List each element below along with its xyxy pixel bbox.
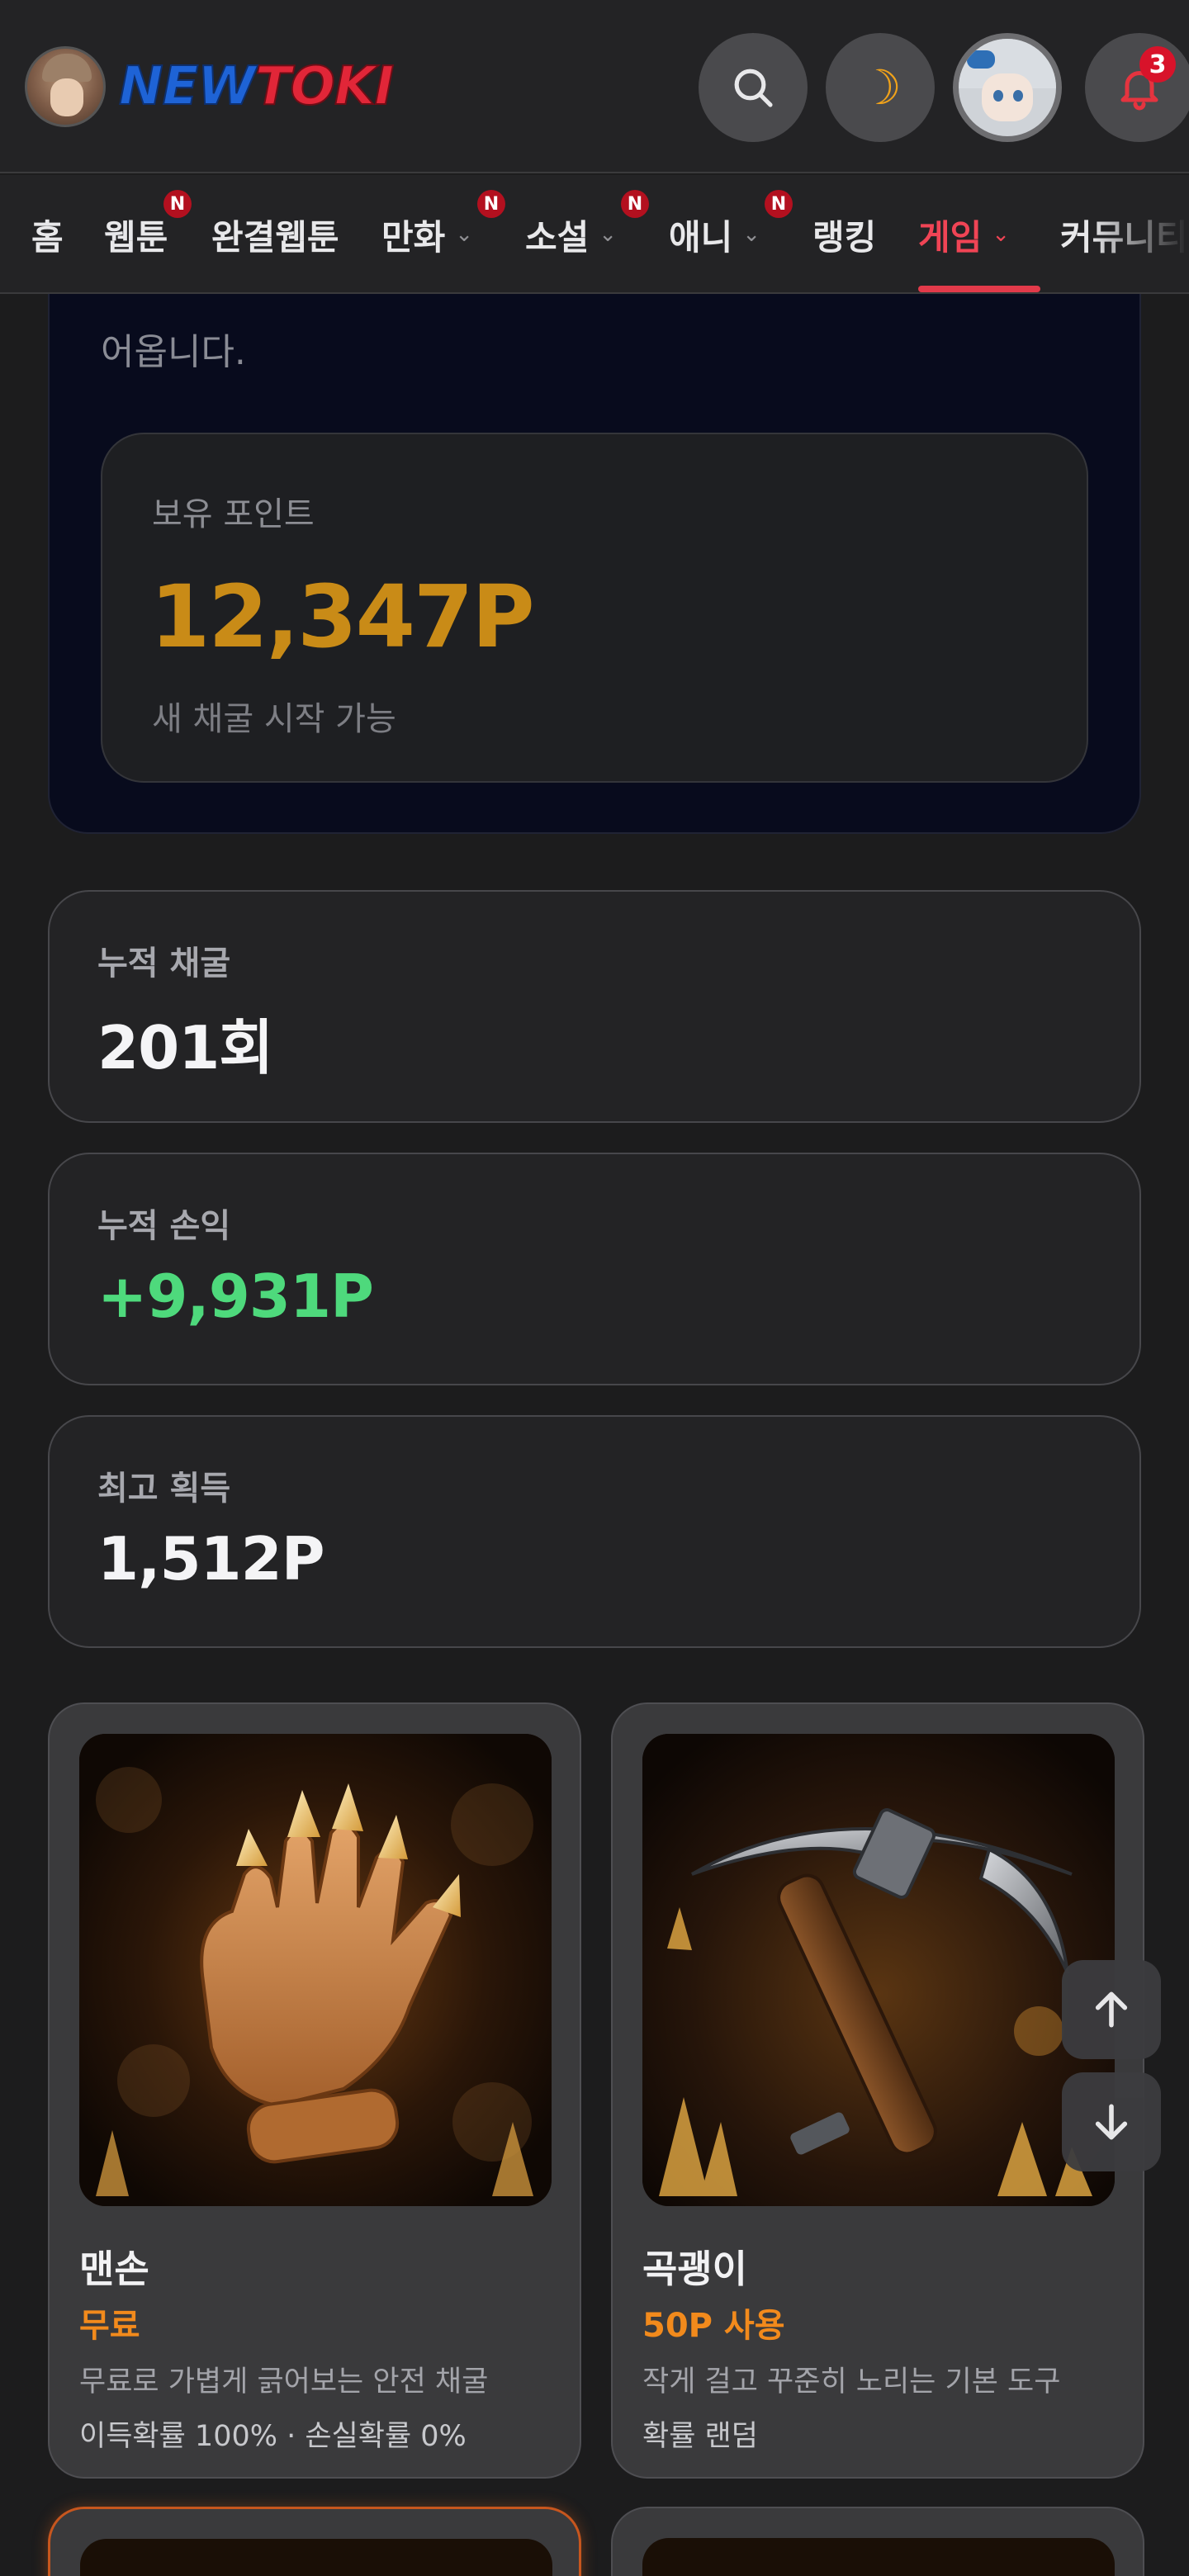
nav-scroll-fade bbox=[1090, 175, 1189, 292]
tool-image bbox=[80, 2539, 552, 2576]
notification-button[interactable] bbox=[1085, 33, 1189, 142]
tool-description: 무료로 가볍게 긁어보는 안전 채굴 bbox=[79, 2365, 489, 2398]
nav-item-completed-webtoon[interactable]: 완결웹툰 bbox=[211, 208, 339, 261]
tool-name: 맨손 bbox=[79, 2247, 149, 2291]
arrow-down-icon bbox=[1095, 2104, 1128, 2140]
nav-item-home[interactable]: 홈 bbox=[31, 208, 64, 261]
new-badge: N bbox=[163, 190, 192, 218]
tool-name: 곡괭이 bbox=[642, 2247, 747, 2291]
avatar bbox=[959, 39, 1056, 136]
page: NEWTOKI ☽ 3 홈 웹툰 N 완결웹툰 만화 ⌄ N 소설 ⌄ N 애니… bbox=[0, 0, 1189, 2576]
nav-label: 소설 bbox=[525, 216, 590, 258]
stat-card-total-profit: 누적 손익 +9,931P bbox=[48, 1153, 1141, 1385]
tool-description: 작게 걸고 꾸준히 노리는 기본 도구 bbox=[642, 2365, 1061, 2398]
notification-count-badge: 3 bbox=[1139, 46, 1176, 83]
scroll-to-bottom-button[interactable] bbox=[1062, 2072, 1161, 2171]
hero-description: 어옵니다. bbox=[101, 331, 246, 373]
stat-value: 201회 bbox=[97, 1013, 274, 1082]
nav-label: 게임 bbox=[918, 216, 983, 258]
nav-label: 만화 bbox=[381, 216, 446, 258]
new-badge: N bbox=[765, 190, 793, 218]
site-logo[interactable]: NEWTOKI bbox=[25, 46, 395, 127]
nav-item-ranking[interactable]: 랭킹 bbox=[812, 208, 876, 261]
points-value: 12,347P bbox=[150, 566, 535, 667]
logo-toki-text: TOKI bbox=[254, 56, 395, 117]
nav-label: 랭킹 bbox=[812, 216, 877, 258]
stat-value: 1,512P bbox=[97, 1524, 325, 1593]
logo-mascot-icon bbox=[25, 46, 106, 127]
nav-item-webtoon[interactable]: 웹툰 N bbox=[104, 190, 192, 261]
nav-item-manga[interactable]: 만화 ⌄ N bbox=[381, 190, 505, 261]
logo-new-text: NEW bbox=[118, 56, 257, 117]
stat-value: +9,931P bbox=[97, 1262, 374, 1331]
chevron-down-icon: ⌄ bbox=[455, 222, 474, 247]
nav-active-indicator bbox=[918, 286, 1040, 292]
pickaxe-image bbox=[642, 1734, 1115, 2206]
nav-label: 웹툰 bbox=[104, 216, 168, 258]
search-icon bbox=[734, 69, 773, 107]
stat-label: 최고 획득 bbox=[97, 1470, 231, 1508]
tool-cost: 무료 bbox=[79, 2307, 140, 2345]
nav-label: 완결웹툰 bbox=[211, 216, 339, 258]
arrow-up-icon bbox=[1095, 1991, 1128, 2028]
chevron-down-icon: ⌄ bbox=[742, 222, 761, 247]
tool-card-bare-hand[interactable]: 맨손 무료 무료로 가볍게 긁어보는 안전 채굴 이득확률 100% · 손실확… bbox=[48, 1702, 581, 2479]
nav-item-game[interactable]: 게임 ⌄ bbox=[918, 208, 1010, 261]
logo-wordmark: NEWTOKI bbox=[118, 59, 395, 114]
profile-button[interactable] bbox=[953, 33, 1062, 142]
new-badge: N bbox=[477, 190, 505, 218]
crystal-glove-image bbox=[79, 1734, 552, 2206]
chevron-down-icon: ⌄ bbox=[992, 222, 1011, 247]
theme-toggle-button[interactable]: ☽ bbox=[826, 33, 935, 142]
new-badge: N bbox=[621, 190, 649, 218]
stat-label: 누적 채굴 bbox=[97, 945, 231, 983]
main-nav: 홈 웹툰 N 완결웹툰 만화⌄ N 소설⌄ N 애니⌄ N 랭킹 게임⌄ 커뮤니… bbox=[0, 175, 1189, 294]
tool-cost: 50P 사용 bbox=[642, 2307, 785, 2345]
nav-label: 홈 bbox=[31, 216, 64, 258]
scroll-to-top-button[interactable] bbox=[1062, 1960, 1161, 2059]
chevron-down-icon: ⌄ bbox=[599, 222, 618, 247]
stat-label: 누적 손익 bbox=[97, 1207, 231, 1245]
points-status: 새 채굴 시작 가능 bbox=[152, 700, 396, 738]
tool-card-partial-right[interactable] bbox=[611, 2507, 1144, 2576]
tool-card-partial-left[interactable] bbox=[48, 2507, 581, 2576]
search-button[interactable] bbox=[699, 33, 808, 142]
stat-card-best-gain: 최고 획득 1,512P bbox=[48, 1415, 1141, 1648]
tool-odds: 확률 랜덤 bbox=[642, 2420, 758, 2453]
tool-image bbox=[642, 2538, 1115, 2576]
nav-item-novel[interactable]: 소설 ⌄ N bbox=[525, 190, 649, 261]
nav-item-anime[interactable]: 애니 ⌄ N bbox=[669, 190, 793, 261]
tool-odds: 이득확률 100% · 손실확률 0% bbox=[79, 2420, 467, 2453]
stat-card-total-mining: 누적 채굴 201회 bbox=[48, 890, 1141, 1123]
nav-label: 애니 bbox=[669, 216, 733, 258]
points-label: 보유 포인트 bbox=[152, 495, 315, 533]
moon-icon: ☽ bbox=[859, 59, 902, 116]
points-panel: 보유 포인트 12,347P 새 채굴 시작 가능 bbox=[101, 433, 1088, 783]
top-header: NEWTOKI ☽ 3 bbox=[0, 0, 1189, 173]
